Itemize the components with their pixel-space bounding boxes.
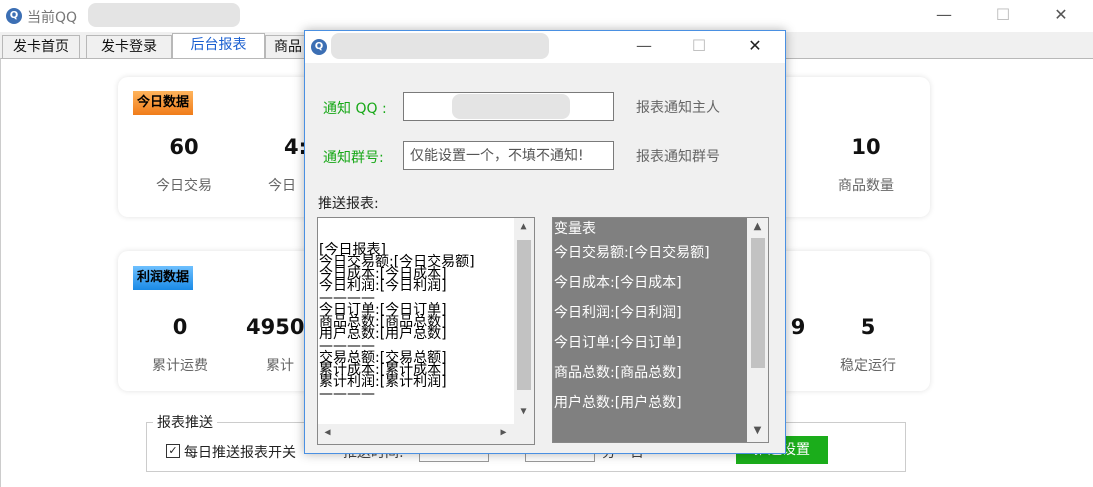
tab-card-login[interactable]: 发卡登录 (86, 35, 172, 58)
notify-qq-input[interactable] (403, 92, 614, 121)
variable-list-item[interactable]: 今日订单:[今日订单] (554, 332, 682, 352)
today-trades-value: 60 (169, 135, 199, 159)
notify-qq-label: 通知 QQ : (323, 101, 387, 117)
notify-group-hint: 报表通知群号 (636, 149, 720, 165)
profit-data-badge: 利润数据 (133, 266, 194, 290)
redacted-dialog-title (331, 33, 549, 59)
report-settings-dialog: Q — ☐ ✕ 通知 QQ : 报表通知主人 通知群号: 仅能设置一个，不填不通… (304, 30, 786, 454)
total-freight-value: 0 (172, 315, 188, 339)
variable-list-item[interactable]: 用户总数:[用户总数] (554, 392, 682, 412)
dialog-maximize-button[interactable]: ☐ (676, 31, 722, 63)
scroll-down-icon[interactable]: ▼ (515, 404, 532, 421)
stable-run-label: 稳定运行 (840, 358, 896, 374)
partial-value: 9 (790, 315, 806, 339)
close-button[interactable]: ✕ (1038, 0, 1084, 32)
product-count-value: 10 (851, 135, 881, 159)
template-scroll-thumb[interactable] (517, 240, 531, 390)
scroll-up-icon[interactable]: ▲ (515, 219, 532, 236)
scroll-left-icon[interactable]: ◀ (319, 425, 336, 442)
push-report-label: 推送报表: (318, 196, 379, 212)
stable-run-value: 5 (860, 315, 876, 339)
template-text: [今日报表] 今日交易额:[今日交易额] 今日成本:[今日成本] 今日利润:[今日利润… (319, 220, 513, 424)
report-template-textarea[interactable]: [今日报表] 今日交易额:[今日交易额] 今日成本:[今日成本] 今日利润:[今日利润… (317, 217, 535, 445)
tab-card-home[interactable]: 发卡首页 (2, 35, 80, 58)
qq-app-icon: Q (6, 8, 22, 24)
total-second-label: 累计 (266, 358, 294, 374)
tab-backend-report[interactable]: 后台报表 (172, 33, 265, 59)
variable-list-item[interactable]: 商品总数:[商品总数] (554, 362, 682, 382)
dialog-titlebar: Q — ☐ ✕ (305, 31, 785, 63)
daily-push-label: 每日推送报表开关 (184, 445, 296, 461)
variable-listbox[interactable]: 变量表今日交易额:[今日交易额] 今日成本:[今日成本] 今日利润:[今日利润] 今日… (552, 217, 769, 443)
redacted-qq-number (88, 3, 240, 27)
variable-list-item[interactable]: 今日成本:[今日成本] (554, 272, 682, 292)
var-scroll-down-icon[interactable]: ▼ (749, 423, 766, 440)
variable-vscrollbar[interactable]: ▲ ▼ (747, 218, 768, 442)
daily-push-checkbox[interactable]: ✓ (166, 444, 180, 458)
variable-scroll-thumb[interactable] (751, 238, 765, 368)
variable-list-header: 变量表 (554, 221, 596, 237)
variable-list-item[interactable]: 今日交易额:[今日交易额] (554, 242, 710, 262)
var-scroll-up-icon[interactable]: ▲ (749, 219, 766, 236)
today-data-badge: 今日数据 (133, 91, 194, 115)
scroll-corner (514, 424, 534, 444)
total-freight-label: 累计运费 (152, 358, 208, 374)
minimize-button[interactable]: — (921, 0, 967, 32)
notify-group-label: 通知群号: (323, 150, 384, 166)
notify-qq-hint: 报表通知主人 (636, 100, 720, 116)
product-count-label: 商品数量 (838, 178, 894, 194)
report-push-title: 报表推送 (153, 412, 217, 432)
maximize-button[interactable]: ☐ (980, 0, 1026, 32)
notify-group-input[interactable]: 仅能设置一个，不填不通知! (403, 141, 614, 170)
scroll-right-icon[interactable]: ▶ (495, 425, 512, 442)
window-title: 当前QQ (27, 10, 78, 26)
today-trades-label: 今日交易 (156, 178, 212, 194)
main-titlebar: Q 当前QQ — ☐ ✕ (0, 0, 1093, 32)
dialog-minimize-button[interactable]: — (621, 31, 667, 63)
variable-list-item[interactable]: 今日利润:[今日利润] (554, 302, 682, 322)
qq-dialog-icon: Q (311, 39, 327, 55)
template-hscrollbar[interactable]: ◀ ▶ (318, 424, 514, 444)
dialog-close-button[interactable]: ✕ (732, 31, 778, 63)
redacted-qq-value (452, 94, 570, 119)
total-second-value: 4950 (246, 315, 305, 339)
template-vscrollbar[interactable]: ▲ ▼ (514, 218, 534, 424)
